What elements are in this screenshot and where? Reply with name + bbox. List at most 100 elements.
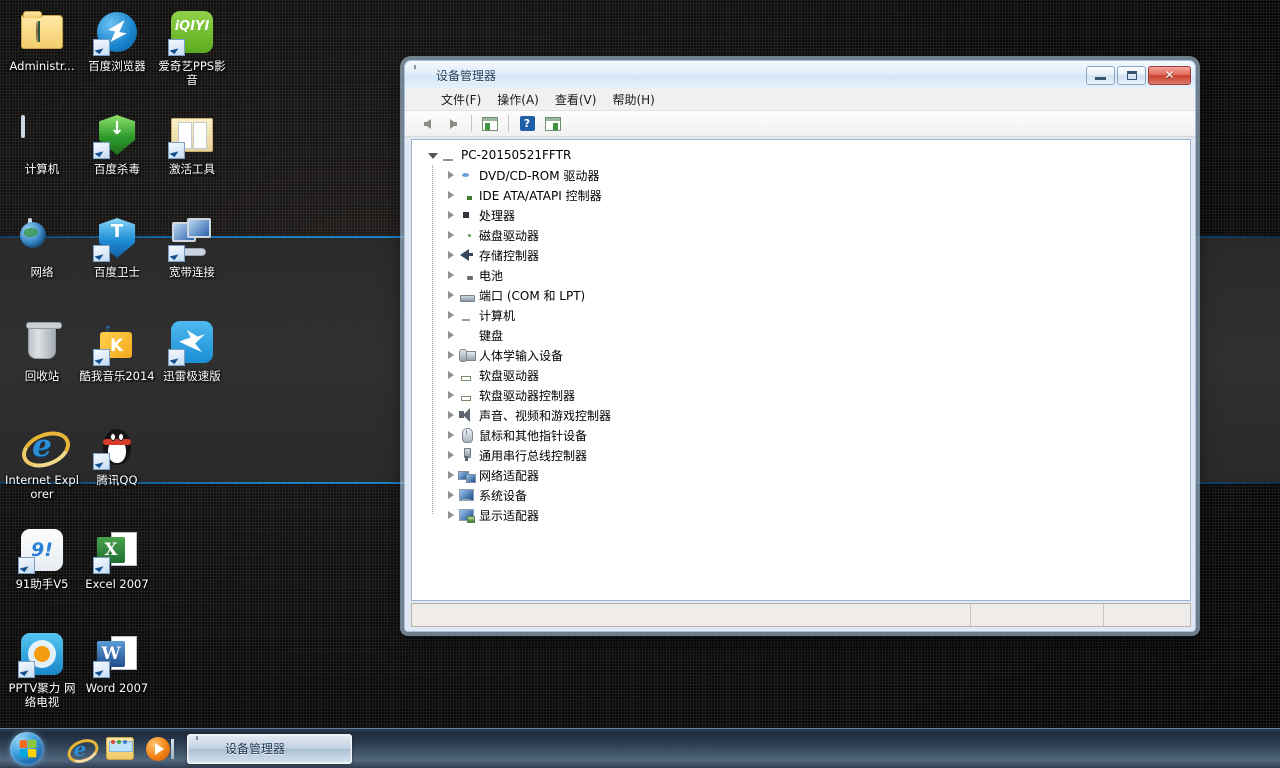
expand-collapse-toggle[interactable]: [444, 491, 458, 499]
tree-node[interactable]: 端口 (COM 和 LPT): [444, 285, 1190, 305]
tree-node[interactable]: DVD/CD-ROM 驱动器: [444, 165, 1190, 185]
desktop-icon-pptv[interactable]: PPTV聚力 网络电视: [4, 630, 80, 709]
windows-media-player-icon: [146, 736, 174, 762]
quick-launch-bar[interactable]: e: [65, 734, 175, 764]
expand-collapse-toggle[interactable]: [444, 471, 458, 479]
tree-node[interactable]: 通用串行总线控制器: [444, 445, 1190, 465]
taskbar-button-device-manager[interactable]: 设备管理器: [187, 734, 352, 764]
desktop-icon-label: 91助手V5: [16, 577, 69, 591]
status-bar: [411, 603, 1191, 627]
menu-action[interactable]: 操作(A): [489, 89, 547, 110]
quick-launch-explorer[interactable]: [105, 734, 135, 764]
desktop-icon-iqiyi-pps[interactable]: iQIYI 爱奇艺PPS影音: [154, 8, 230, 87]
desktop-icon-label: 计算机: [25, 162, 60, 176]
back-button[interactable]: [415, 113, 439, 135]
tree-node[interactable]: 计算机: [444, 305, 1190, 325]
tree-node[interactable]: 软盘驱动器: [444, 365, 1190, 385]
desktop-icon-label: Administr...: [10, 59, 75, 73]
expand-collapse-toggle[interactable]: [444, 391, 458, 399]
start-button[interactable]: [3, 730, 51, 768]
expand-collapse-toggle[interactable]: [444, 211, 458, 219]
desktop-icon-kuwo-music[interactable]: ♪K 酷我音乐2014: [79, 318, 155, 383]
desktop-icon-tencent-qq[interactable]: 腾讯QQ: [79, 422, 155, 487]
expand-collapse-toggle[interactable]: [444, 511, 458, 519]
desktop-icon-computer[interactable]: 计算机: [4, 111, 80, 176]
tree-node-label: 端口 (COM 和 LPT): [479, 287, 585, 304]
desktop-icon-label: Excel 2007: [85, 577, 148, 591]
tree-node[interactable]: 网络适配器: [444, 465, 1190, 485]
desktop-icon-baidu-browser[interactable]: 百度浏览器: [79, 8, 155, 73]
toolbar[interactable]: ?: [405, 111, 1195, 137]
expand-collapse-toggle[interactable]: [444, 431, 458, 439]
desktop-icon-label: 迅雷极速版: [163, 369, 221, 383]
expand-collapse-toggle[interactable]: [444, 371, 458, 379]
tree-node[interactable]: 存储控制器: [444, 245, 1190, 265]
desktop-icon-label: 腾讯QQ: [96, 473, 137, 487]
tree-node[interactable]: 人体学输入设备: [444, 345, 1190, 365]
desktop-icon-broadband-connection[interactable]: 宽带连接: [154, 214, 230, 279]
expand-collapse-toggle[interactable]: [444, 411, 458, 419]
minimize-button[interactable]: [1086, 66, 1115, 85]
tree-node[interactable]: IDE ATA/ATAPI 控制器: [444, 185, 1190, 205]
show-hide-console-tree-button[interactable]: [478, 113, 502, 135]
desktop-icon-recycle-bin[interactable]: 回收站: [4, 318, 80, 383]
device-manager-icon: [414, 67, 430, 83]
menu-view[interactable]: 查看(V): [547, 89, 605, 110]
floppy-drive-icon: [458, 367, 475, 383]
desktop-icon-thunder-express[interactable]: 迅雷极速版: [154, 318, 230, 383]
tree-node[interactable]: 软盘驱动器控制器: [444, 385, 1190, 405]
tree-root-node[interactable]: PC-20150521FFTR: [426, 145, 1190, 165]
tree-node[interactable]: 显示适配器: [444, 505, 1190, 525]
desktop-icon-91-assistant[interactable]: 9! 91助手V5: [4, 526, 80, 591]
expand-collapse-toggle[interactable]: [444, 291, 458, 299]
desktop-icon-activation-tool[interactable]: 激活工具: [154, 111, 230, 176]
desktop[interactable]: Administr... 百度浏览器 iQIYI 爱奇艺PPS影音 计算机 ↓ …: [0, 0, 1280, 768]
desktop-icon-administrator[interactable]: Administr...: [4, 8, 80, 73]
quick-launch-media-player[interactable]: [145, 734, 175, 764]
menu-help[interactable]: 帮助(H): [604, 89, 662, 110]
tree-node[interactable]: 处理器: [444, 205, 1190, 225]
mouse-icon: [458, 427, 475, 443]
expand-collapse-toggle[interactable]: [444, 171, 458, 179]
expand-collapse-toggle[interactable]: [444, 451, 458, 459]
window-titlebar[interactable]: 设备管理器 ✕: [405, 61, 1195, 89]
maximize-button[interactable]: [1117, 66, 1146, 85]
desktop-icon-baidu-guard[interactable]: T 百度卫士: [79, 214, 155, 279]
expand-collapse-toggle[interactable]: [444, 191, 458, 199]
menu-file[interactable]: 文件(F): [433, 89, 489, 110]
device-tree[interactable]: PC-20150521FFTR DVD/CD-ROM 驱动器IDE ATA/AT…: [411, 139, 1191, 601]
tree-node[interactable]: 电池: [444, 265, 1190, 285]
tree-node[interactable]: 磁盘驱动器: [444, 225, 1190, 245]
taskbar-button-label: 设备管理器: [225, 740, 285, 757]
quick-launch-ie[interactable]: e: [65, 734, 95, 764]
desktop-icon-label: 百度浏览器: [88, 59, 146, 73]
tree-node[interactable]: 键盘: [444, 325, 1190, 345]
forward-button[interactable]: [441, 113, 465, 135]
tree-node-label: 声音、视频和游戏控制器: [479, 407, 611, 424]
desktop-icon-label: 宽带连接: [169, 265, 215, 279]
display-adapter-icon: [458, 507, 475, 523]
help-button[interactable]: ?: [515, 113, 539, 135]
tree-node[interactable]: 鼠标和其他指针设备: [444, 425, 1190, 445]
expand-collapse-toggle[interactable]: [426, 151, 440, 159]
desktop-icon-internet-explorer[interactable]: e Internet Explorer: [4, 422, 80, 501]
desktop-icon-excel-2007[interactable]: X Excel 2007: [79, 526, 155, 591]
tree-node[interactable]: 声音、视频和游戏控制器: [444, 405, 1190, 425]
expand-collapse-toggle[interactable]: [444, 231, 458, 239]
taskbar[interactable]: e 设备管理器: [0, 728, 1280, 768]
desktop-icon-word-2007[interactable]: W Word 2007: [79, 630, 155, 695]
desktop-icon-network[interactable]: 网络: [4, 214, 80, 279]
expand-collapse-toggle[interactable]: [444, 271, 458, 279]
menu-bar[interactable]: 文件(F) 操作(A) 查看(V) 帮助(H): [405, 89, 1195, 111]
close-button[interactable]: ✕: [1148, 66, 1191, 85]
expand-collapse-toggle[interactable]: [444, 331, 458, 339]
desktop-icon-label: 百度杀毒: [94, 162, 140, 176]
device-manager-window[interactable]: 设备管理器 ✕ 文件(F) 操作(A) 查看(V) 帮助(H) ?: [404, 60, 1196, 632]
properties-button[interactable]: [541, 113, 565, 135]
desktop-icon-baidu-antivirus[interactable]: ↓ 百度杀毒: [79, 111, 155, 176]
expand-collapse-toggle[interactable]: [444, 251, 458, 259]
tree-node[interactable]: 系统设备: [444, 485, 1190, 505]
expand-collapse-toggle[interactable]: [444, 311, 458, 319]
desktop-icon-label: PPTV聚力 网络电视: [4, 681, 80, 709]
expand-collapse-toggle[interactable]: [444, 351, 458, 359]
